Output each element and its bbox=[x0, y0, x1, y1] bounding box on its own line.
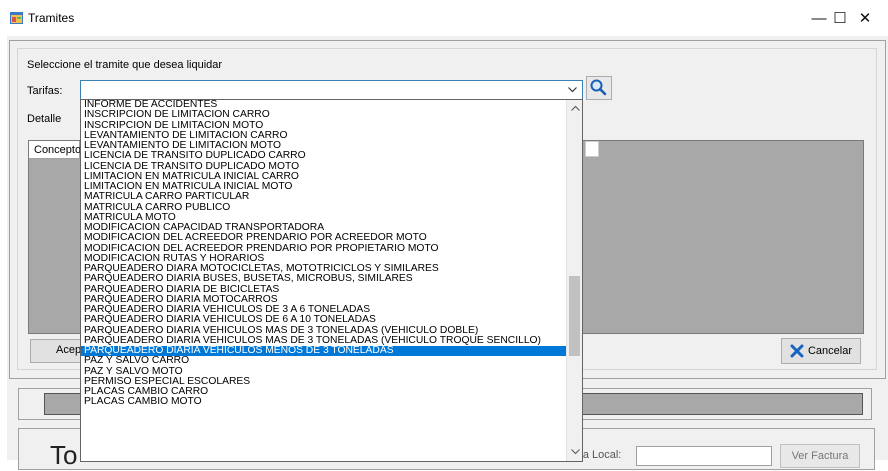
dropdown-item[interactable]: MODIFICACION DEL ACREEDOR PRENDARIO POR … bbox=[81, 244, 566, 254]
scroll-down-icon[interactable] bbox=[567, 446, 582, 458]
prompt-label: Seleccione el tramite que desea liquidar bbox=[27, 59, 223, 71]
scroll-up-icon[interactable] bbox=[567, 102, 582, 114]
dropdown-item[interactable]: MODIFICACIÓN RUTAS Y HORARIOS bbox=[81, 254, 566, 264]
grid-header-cell-2[interactable] bbox=[585, 141, 599, 157]
dropdown-item[interactable]: LIMITACION EN MATRICULA INICIAL MOTO bbox=[81, 182, 566, 192]
dropdown-item[interactable]: LEVANTAMIENTO DE LIMITACION MOTO bbox=[81, 141, 566, 151]
dropdown-item[interactable]: MATRICULA MOTO bbox=[81, 213, 566, 223]
dropdown-item[interactable]: INSCRIPCION DE LIMITACION CARRO bbox=[81, 110, 566, 120]
ver-factura-button[interactable]: Ver Factura bbox=[780, 444, 860, 468]
dropdown-item[interactable]: MODIFICACION CAPACIDAD TRANSPORTADORA bbox=[81, 223, 566, 233]
app-window-icon bbox=[10, 12, 23, 24]
dropdown-item[interactable]: LICENCIA DE TRANSITO DUPLICADO CARRO bbox=[81, 151, 566, 161]
cancel-button-label: Cancelar bbox=[807, 345, 853, 357]
dropdown-item[interactable]: PARQUEADERO DIARIA DE BICICLETAS bbox=[81, 285, 566, 295]
dropdown-item[interactable]: PARQUEADERO DIARA MOTOCICLETAS, MOTOTRIC… bbox=[81, 264, 566, 274]
dropdown-item[interactable]: INSCRIPCION DE LIMITACION MOTO bbox=[81, 121, 566, 131]
search-button[interactable] bbox=[586, 76, 612, 100]
dropdown-scrollbar[interactable] bbox=[566, 100, 582, 461]
red-x-icon bbox=[790, 344, 804, 358]
tarifas-label: Tarifas: bbox=[27, 85, 63, 97]
dropdown-item[interactable]: PARQUEADERO DIARIA BUSES, BUSETAS, MICRO… bbox=[81, 274, 566, 284]
dropdown-item[interactable]: PLACAS CAMBIO CARRO bbox=[81, 387, 566, 397]
dropdown-items: INFORME DE ACCIDENTES INSCRIPCION DE LIMI… bbox=[81, 100, 566, 408]
grid-header-concepto: Concepto bbox=[34, 144, 82, 156]
factura-local-input[interactable] bbox=[636, 446, 772, 466]
dropdown-item[interactable]: PARQUEADERO DIARIA VEHICULOS DE 3 A 6 TO… bbox=[81, 305, 566, 315]
dropdown-item[interactable]: LICENCIA DE TRANSITO DUPLICADO MOTO bbox=[81, 162, 566, 172]
dropdown-item[interactable]: MODIFICACION DEL ACREEDOR PRENDARIO POR … bbox=[81, 233, 566, 243]
dropdown-item[interactable]: INFORME DE ACCIDENTES bbox=[81, 100, 566, 110]
tarifas-dropdown-list[interactable]: INFORME DE ACCIDENTES INSCRIPCION DE LIMI… bbox=[80, 99, 583, 462]
dropdown-item[interactable]: PARQUEADERO DIARIA VEHICULOS DE 6 A 10 T… bbox=[81, 315, 566, 325]
chevron-down-icon[interactable] bbox=[565, 81, 580, 99]
total-label: To bbox=[50, 440, 78, 470]
dropdown-item[interactable]: PLACAS CAMBIO MOTO bbox=[81, 397, 566, 407]
title-bar bbox=[0, 0, 888, 36]
detalle-label: Detalle bbox=[27, 113, 62, 125]
dropdown-item[interactable]: PARQUEADERO DIARIA VEHICULOS MENOS DE 3 … bbox=[81, 346, 566, 357]
dropdown-item[interactable]: PARQUEADERO DIARIA VEHICULOS MAS DE 3 TO… bbox=[81, 336, 566, 346]
window-title: Tramites bbox=[28, 11, 75, 25]
dropdown-item[interactable]: MATRICULA CARRO PUBLICO bbox=[81, 203, 566, 213]
dropdown-item[interactable]: MATRICULA CARRO PARTICULAR bbox=[81, 192, 566, 202]
close-button[interactable]: ✕ bbox=[842, 0, 888, 36]
dropdown-item[interactable]: LIMITACION EN MATRICULA INICIAL CARRO bbox=[81, 172, 566, 182]
dropdown-item[interactable]: LEVANTAMIENTO DE LIMITACION CARRO bbox=[81, 131, 566, 141]
dropdown-item[interactable]: PARQUEADERO DIARIA VEHICULOS MAS DE 3 TO… bbox=[81, 326, 566, 336]
dropdown-item[interactable]: PAZ Y SALVO MOTO bbox=[81, 367, 566, 377]
cancel-button[interactable]: Cancelar bbox=[781, 338, 861, 364]
scrollbar-thumb[interactable] bbox=[569, 276, 580, 356]
dropdown-item[interactable]: PARQUEADERO DIARIA MOTOCARROS bbox=[81, 295, 566, 305]
dropdown-item[interactable]: PERMISO ESPECIAL ESCOLARES bbox=[81, 377, 566, 387]
dropdown-item[interactable]: PAZ Y SALVO CARRO bbox=[81, 356, 566, 366]
tarifas-combobox[interactable] bbox=[80, 80, 583, 101]
magnifier-icon bbox=[590, 79, 607, 96]
